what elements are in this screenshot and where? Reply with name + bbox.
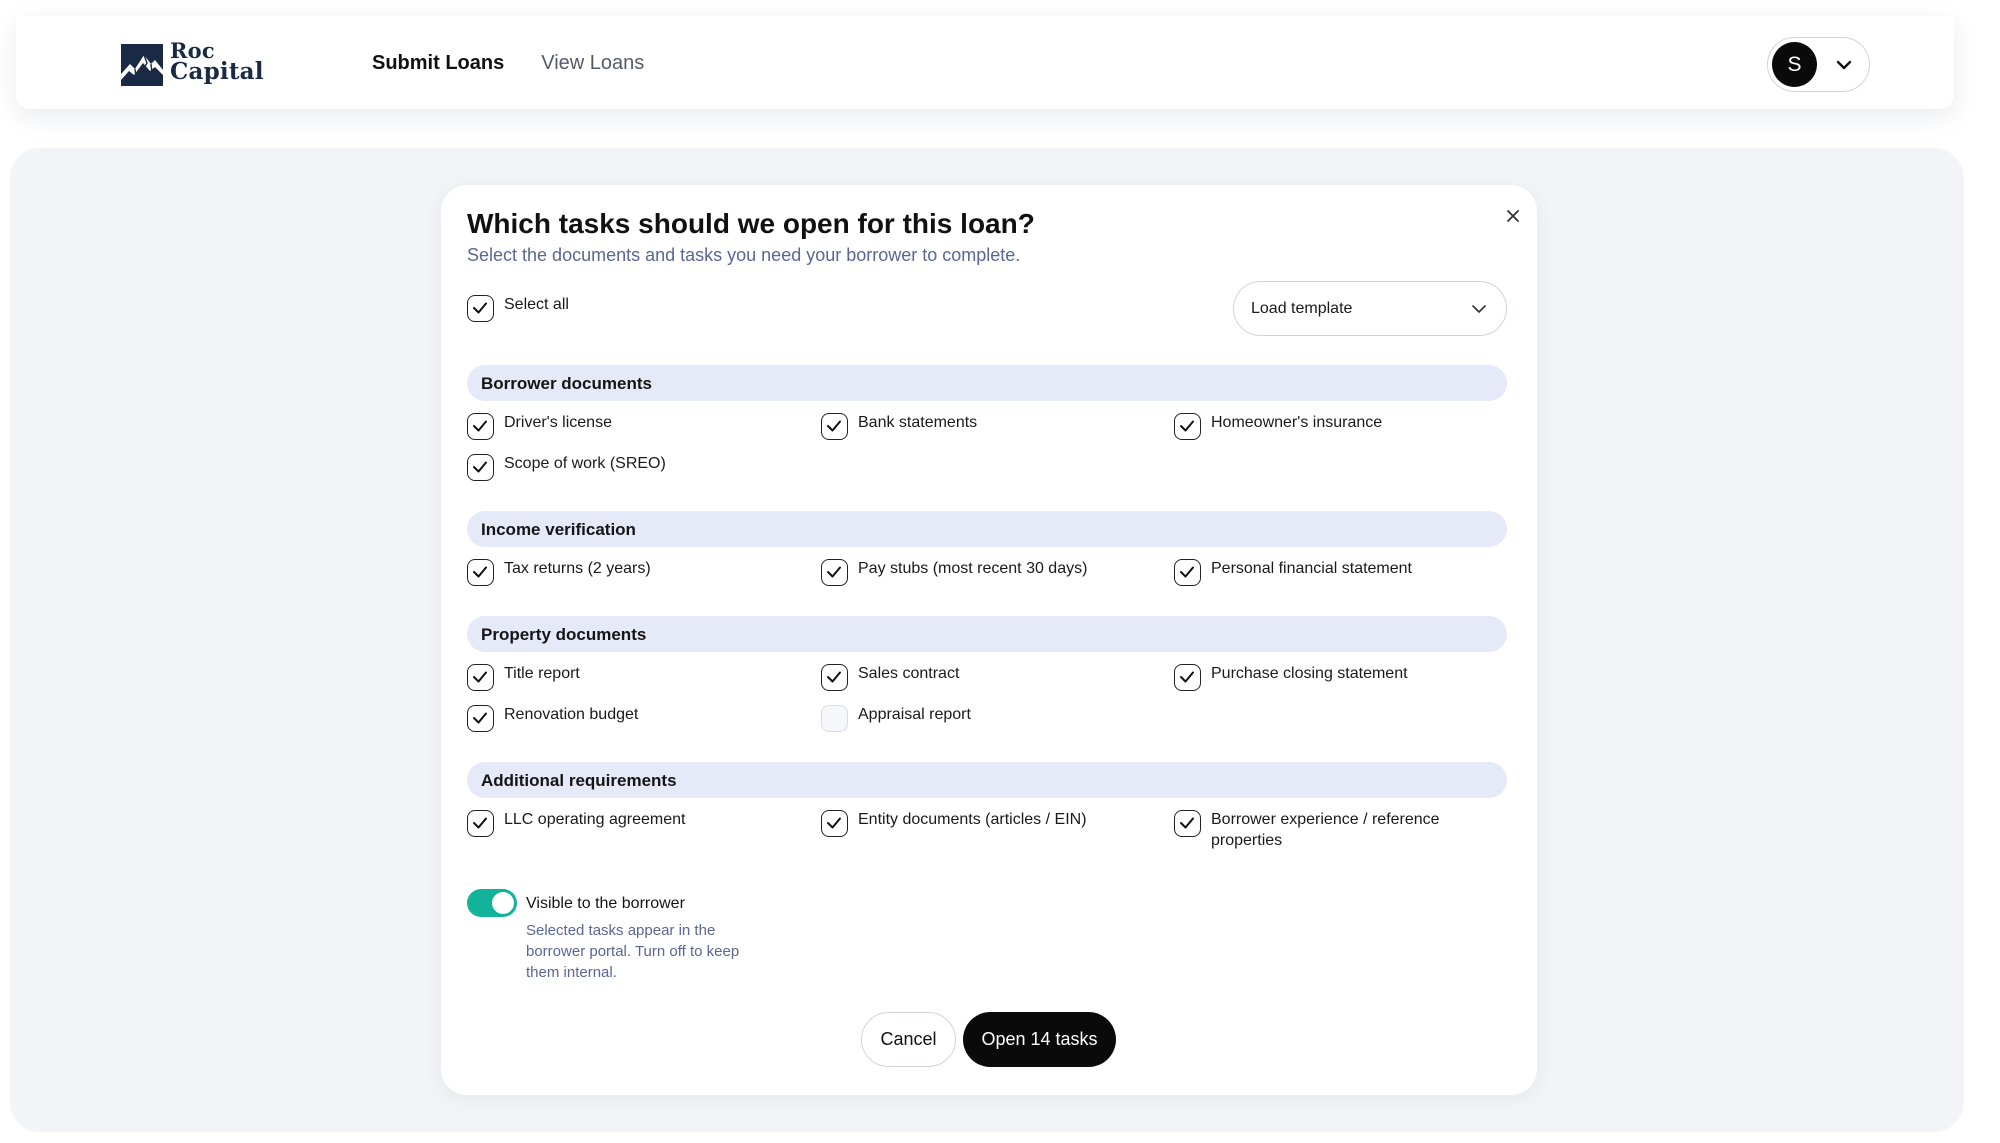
section-header-borrower-documents: Borrower documents <box>467 365 1507 401</box>
select-all-label: Select all <box>504 296 569 313</box>
checkmark-icon <box>827 671 841 683</box>
brand-logo[interactable]: Roc Capital <box>121 40 264 90</box>
chevron-down-icon <box>1836 60 1852 70</box>
checkmark-icon <box>473 566 487 578</box>
section-header-property-documents: Property documents <box>467 616 1507 652</box>
checkmark-icon <box>1180 420 1194 432</box>
checkbox-box <box>467 454 494 481</box>
task-checkbox-appraisal-report[interactable]: Appraisal report <box>821 705 971 732</box>
task-checkbox-title-report[interactable]: Title report <box>467 664 580 691</box>
task-checkbox-bank-statements[interactable]: Bank statements <box>821 413 977 440</box>
chevron-down-icon <box>1472 305 1486 313</box>
section-header-income-verification: Income verification <box>467 511 1507 547</box>
cancel-button[interactable]: Cancel <box>861 1012 956 1067</box>
task-checkbox-sales-contract[interactable]: Sales contract <box>821 664 959 691</box>
checkmark-icon <box>827 817 841 829</box>
task-label: Tax returns (2 years) <box>504 560 651 577</box>
checkmark-icon <box>473 420 487 432</box>
close-button[interactable] <box>1500 203 1526 229</box>
checkmark-icon <box>1180 817 1194 829</box>
checkbox-box <box>821 413 848 440</box>
task-checkbox-tax-returns[interactable]: Tax returns (2 years) <box>467 559 651 586</box>
section-title: Borrower documents <box>481 374 652 393</box>
open-tasks-button[interactable]: Open 14 tasks <box>963 1012 1116 1067</box>
task-checkbox-drivers-license[interactable]: Driver's license <box>467 413 612 440</box>
task-checkbox-personal-financial-statement[interactable]: Personal financial statement <box>1174 559 1412 586</box>
task-checkbox-purchase-closing-statement[interactable]: Purchase closing statement <box>1174 664 1408 691</box>
account-menu-button[interactable]: S <box>1767 37 1870 92</box>
task-label: Appraisal report <box>858 706 971 723</box>
checkbox-box <box>821 705 848 732</box>
main-nav: Submit Loans View Loans <box>372 49 644 77</box>
checkbox-box <box>467 413 494 440</box>
checkmark-icon <box>827 566 841 578</box>
select-all-checkbox[interactable]: Select all <box>467 295 569 322</box>
modal-title: Which tasks should we open for this loan… <box>467 208 1035 239</box>
task-label: Bank statements <box>858 414 978 431</box>
checkbox-box <box>467 664 494 691</box>
task-label: Entity documents (articles / EIN) <box>858 811 1087 828</box>
open-tasks-modal: Which tasks should we open for this loan… <box>441 185 1537 1095</box>
checkbox-box <box>467 559 494 586</box>
checkmark-icon <box>1180 566 1194 578</box>
checkmark-icon <box>473 302 487 314</box>
checkbox-box <box>1174 559 1201 586</box>
task-label: Sales contract <box>858 665 960 682</box>
task-label: LLC operating agreement <box>504 811 686 828</box>
task-checkbox-borrower-experience[interactable]: Borrower experience / reference properti… <box>1174 810 1441 851</box>
task-checkbox-homeowners-insurance[interactable]: Homeowner's insurance <box>1174 413 1382 440</box>
task-label: Homeowner's insurance <box>1211 414 1383 431</box>
task-label: Personal financial statement <box>1211 560 1412 577</box>
task-label: Purchase closing statement <box>1211 665 1408 682</box>
checkbox-box <box>1174 413 1201 440</box>
modal-subtitle: Select the documents and tasks you need … <box>467 245 1021 265</box>
checkbox-box <box>467 810 494 837</box>
section-title: Property documents <box>481 625 647 644</box>
section-title: Income verification <box>481 520 636 539</box>
close-icon <box>1507 210 1519 222</box>
load-template-dropdown[interactable]: Load template <box>1233 281 1507 336</box>
nav-view-loans[interactable]: View Loans <box>541 49 644 77</box>
checkbox-box <box>467 705 494 732</box>
checkbox-box <box>821 559 848 586</box>
visibility-help-text: Selected tasks appear in the borrower po… <box>526 922 740 981</box>
task-checkbox-entity-documents[interactable]: Entity documents (articles / EIN) <box>821 810 1088 837</box>
task-label: Driver's license <box>504 414 612 431</box>
toggle-knob <box>492 892 514 914</box>
brand-wordmark: Roc Capital <box>170 40 264 85</box>
mountain-logo-icon <box>121 44 163 86</box>
checkmark-icon <box>473 712 487 724</box>
section-title: Additional requirements <box>481 771 677 790</box>
checkbox-box <box>821 664 848 691</box>
section-header-additional-requirements: Additional requirements <box>467 762 1507 798</box>
task-label: Renovation budget <box>504 706 639 723</box>
checkbox-box <box>467 295 494 322</box>
task-checkbox-llc-operating-agreement[interactable]: LLC operating agreement <box>467 810 685 837</box>
checkmark-icon <box>473 817 487 829</box>
brand-name-line2: Capital <box>170 58 264 85</box>
task-label: Title report <box>504 665 580 682</box>
nav-submit-loans[interactable]: Submit Loans <box>372 49 504 77</box>
task-label: Borrower experience / reference properti… <box>1211 811 1440 849</box>
task-checkbox-pay-stubs[interactable]: Pay stubs (most recent 30 days) <box>821 559 1087 586</box>
task-checkbox-scope-of-work[interactable]: Scope of work (SREO) <box>467 454 666 481</box>
checkmark-icon <box>1180 671 1194 683</box>
checkbox-box <box>1174 810 1201 837</box>
avatar: S <box>1772 42 1817 87</box>
visible-to-borrower-toggle[interactable] <box>467 889 517 917</box>
checkmark-icon <box>827 420 841 432</box>
top-header: Roc Capital Submit Loans View Loans S <box>16 16 1954 109</box>
load-template-value: Load template <box>1251 300 1353 317</box>
task-checkbox-renovation-budget[interactable]: Renovation budget <box>467 705 638 732</box>
checkbox-box <box>1174 664 1201 691</box>
checkmark-icon <box>473 671 487 683</box>
visibility-label: Visible to the borrower <box>526 895 685 912</box>
checkmark-icon <box>473 461 487 473</box>
task-label: Scope of work (SREO) <box>504 455 666 472</box>
task-label: Pay stubs (most recent 30 days) <box>858 560 1088 577</box>
checkbox-box <box>821 810 848 837</box>
